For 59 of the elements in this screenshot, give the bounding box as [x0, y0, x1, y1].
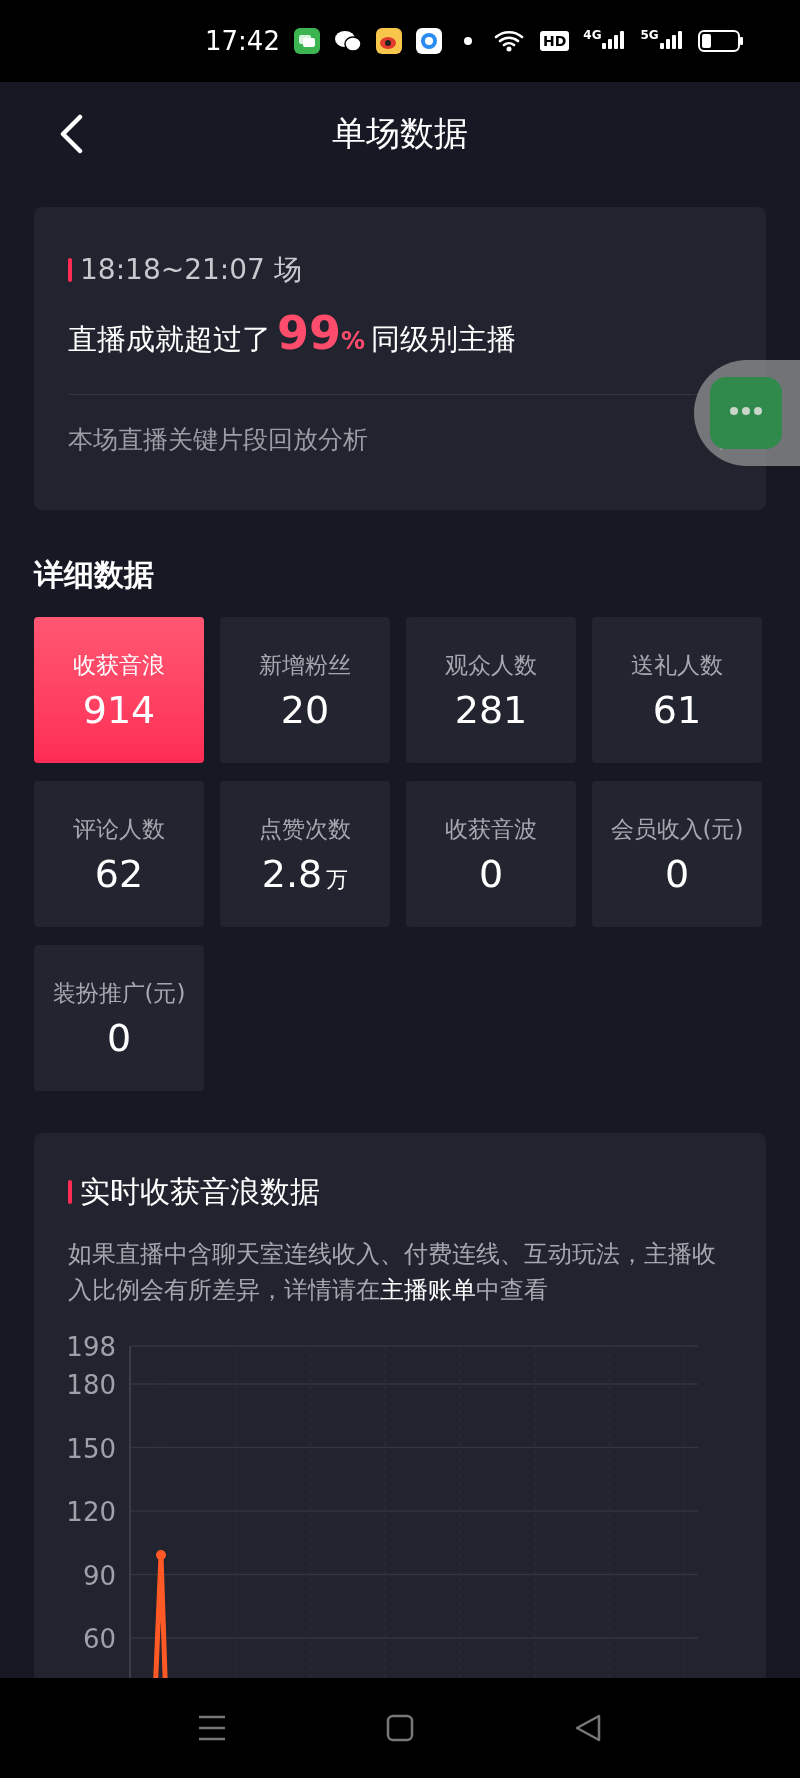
menu-icon[interactable]: [198, 1715, 226, 1741]
stat-label: 装扮推广(元): [52, 978, 186, 1008]
network-label: 4G: [583, 29, 602, 41]
stat-tile[interactable]: 装扮推广(元) 0: [34, 945, 204, 1091]
floating-chat-button[interactable]: [694, 360, 800, 466]
stat-value: 0: [664, 852, 690, 897]
stat-value: 281: [454, 688, 528, 733]
battery-icon: [697, 30, 744, 52]
stat-tile[interactable]: 送礼人数 61: [592, 617, 762, 763]
card-title: 实时收获音浪数据: [80, 1173, 320, 1211]
stat-value: 61: [652, 688, 702, 733]
y-axis-label: 198: [66, 1332, 116, 1362]
home-icon[interactable]: [386, 1714, 414, 1742]
chevron-left-icon: [58, 113, 84, 154]
section-title: 详细数据: [34, 556, 155, 594]
stat-tile[interactable]: 观众人数 281: [406, 617, 576, 763]
status-time: 17:42: [205, 24, 280, 58]
stat-tile[interactable]: 评论人数 62: [34, 781, 204, 927]
stat-tile[interactable]: 收获音波 0: [406, 781, 576, 927]
page-title: 单场数据: [332, 112, 468, 155]
stat-label: 点赞次数: [259, 814, 351, 844]
stat-tile[interactable]: 会员收入(元) 0: [592, 781, 762, 927]
accent-bar: [68, 1179, 72, 1204]
stat-label: 收获音波: [445, 814, 537, 844]
y-axis-label: 150: [66, 1433, 116, 1464]
achievement-text: 直播成就超过了 99% 同级别主播: [68, 305, 518, 362]
stat-label: 新增粉丝: [259, 650, 351, 680]
stat-label: 收获音浪: [73, 650, 165, 680]
y-axis-label: 90: [82, 1560, 116, 1591]
session-time: 18:18~21:07 场: [80, 252, 302, 288]
stat-label: 观众人数: [445, 650, 537, 680]
stat-value: 0: [478, 852, 504, 897]
hd-badge: HD: [539, 31, 570, 51]
note-text: 如果直播中含聊天室连线收入、付费连线、互动玩法，主播收入比例会有所差异，详情请在主播账单中查看: [67, 1239, 717, 1306]
dot-icon: [463, 37, 472, 45]
stat-value: 2.8: [261, 852, 323, 897]
stat-label: 送礼人数: [631, 650, 723, 680]
bill-link[interactable]: 主播账单: [380, 1276, 476, 1304]
messages-app-icon: [293, 28, 320, 54]
network-label: 5G: [640, 29, 659, 41]
wifi-icon: [493, 29, 526, 53]
stat-value: 20: [280, 688, 330, 733]
accent-bar: [68, 258, 72, 282]
stat-label: 会员收入(元): [610, 814, 744, 844]
y-axis-label: 120: [66, 1497, 116, 1527]
y-axis-label: 180: [66, 1370, 116, 1400]
stat-label: 评论人数: [73, 814, 165, 844]
stat-value: 914: [82, 688, 156, 733]
eye-app-icon: [375, 28, 402, 54]
y-axis-label: 60: [82, 1624, 116, 1654]
back-icon[interactable]: [574, 1714, 602, 1742]
stat-value: 0: [106, 1016, 132, 1061]
stat-tile[interactable]: 点赞次数 2.8 万: [220, 781, 390, 927]
stat-value: 62: [94, 852, 144, 897]
chat-bubbles-icon: [333, 29, 362, 53]
stat-tile[interactable]: 新增粉丝 20: [220, 617, 390, 763]
circle-app-icon: [415, 28, 442, 54]
replay-link[interactable]: 本场直播关键片段回放分析: [68, 421, 368, 459]
stat-unit: 万: [326, 866, 349, 895]
